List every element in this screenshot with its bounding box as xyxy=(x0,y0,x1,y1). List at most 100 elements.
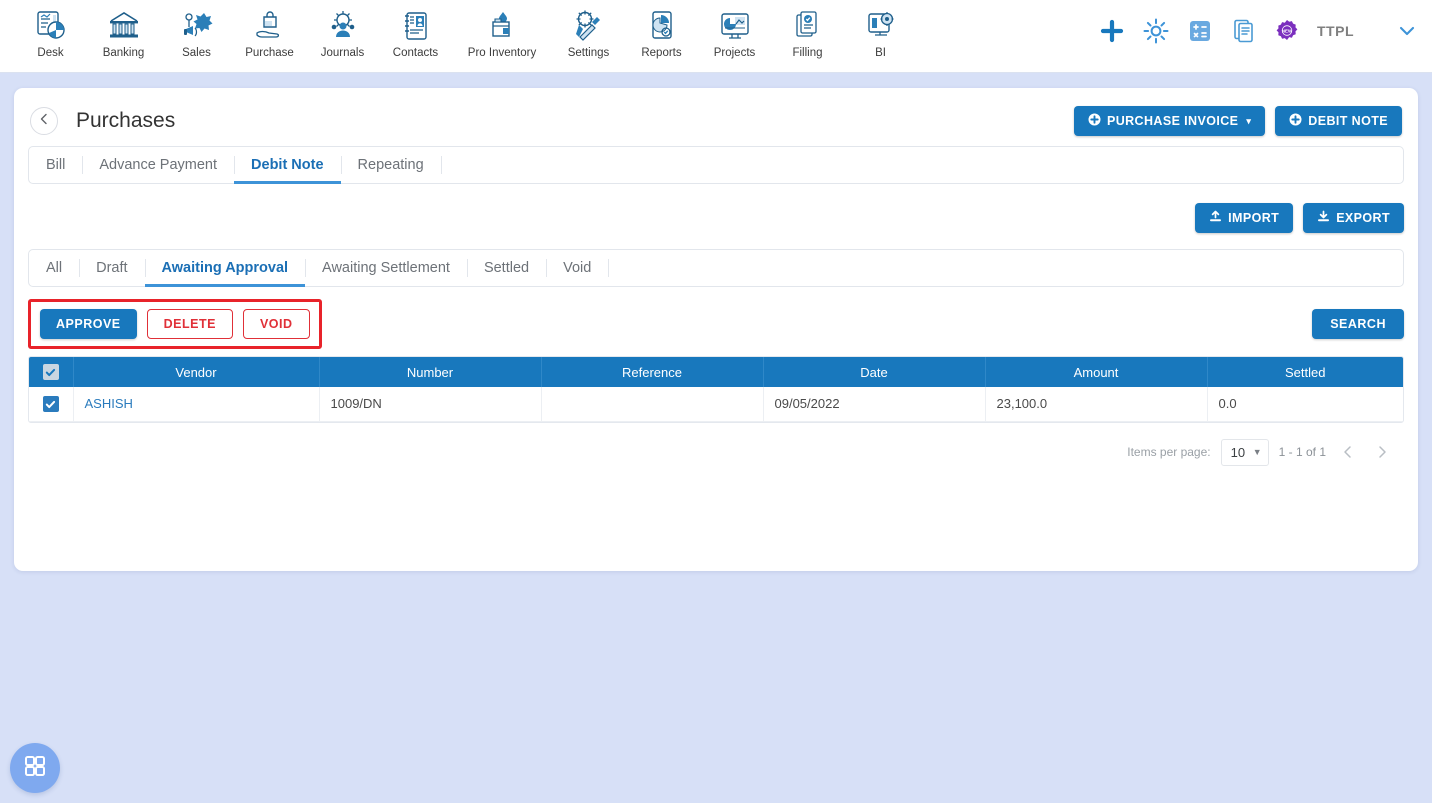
column-header-reference[interactable]: Reference xyxy=(541,357,764,387)
column-header-amount[interactable]: Amount xyxy=(985,357,1208,387)
status-tab-void[interactable]: Void xyxy=(546,250,608,286)
nav-item-purchase[interactable]: Purchase xyxy=(233,5,306,59)
add-plus-icon[interactable] xyxy=(1099,18,1125,44)
row-checkbox[interactable] xyxy=(42,396,59,413)
settings-tools-icon xyxy=(571,8,607,44)
purchases-card: Purchases PURCHASE INVOICE ▾ DEBIT NOTE … xyxy=(14,88,1418,571)
card-header: Purchases PURCHASE INVOICE ▾ DEBIT NOTE xyxy=(14,88,1418,138)
status-tab-all[interactable]: All xyxy=(29,250,79,286)
new-badge-icon[interactable]: NEW xyxy=(1275,19,1299,43)
nav-label: Projects xyxy=(713,47,756,59)
nav-label: Journals xyxy=(320,47,365,59)
tab-label: Settled xyxy=(483,260,530,276)
cell-amount: 23,100.0 xyxy=(985,387,1208,422)
tab-bill[interactable]: Bill xyxy=(29,147,82,183)
tab-advance-payment[interactable]: Advance Payment xyxy=(82,147,234,183)
delete-button[interactable]: DELETE xyxy=(146,309,233,339)
purchase-invoice-button[interactable]: PURCHASE INVOICE ▾ xyxy=(1073,106,1266,136)
download-arrow-icon xyxy=(1317,210,1330,226)
pagination-bar: Items per page: 10 ▼ 1 - 1 of 1 xyxy=(14,423,1418,466)
next-page-button[interactable] xyxy=(1370,440,1394,464)
column-header-number[interactable]: Number xyxy=(319,357,542,387)
notes-document-icon[interactable] xyxy=(1231,18,1257,44)
export-button[interactable]: EXPORT xyxy=(1303,203,1404,233)
projects-board-icon xyxy=(717,8,753,44)
tab-debit-note[interactable]: Debit Note xyxy=(234,147,341,184)
gear-settings-icon[interactable] xyxy=(1143,18,1169,44)
table-row[interactable]: ASHISH 1009/DN 09/05/2022 23,100.0 0.0 xyxy=(29,387,1403,422)
bulk-actions-highlight: APPROVE DELETE VOID xyxy=(28,299,322,349)
top-navigation-bar: Desk Banking Sales Purchase Journals Con… xyxy=(0,0,1432,73)
tab-label: Bill xyxy=(46,157,66,173)
chevron-down-icon: ▾ xyxy=(1246,115,1252,126)
reports-piechart-icon xyxy=(644,8,680,44)
tab-label: Repeating xyxy=(357,157,424,173)
chevron-down-icon[interactable] xyxy=(1396,20,1418,42)
back-button[interactable] xyxy=(30,107,58,135)
tab-label: Debit Note xyxy=(251,157,324,173)
status-tab-awaiting-settlement[interactable]: Awaiting Settlement xyxy=(305,250,467,286)
nav-label: Reports xyxy=(641,47,682,59)
nav-label: Purchase xyxy=(245,47,294,59)
search-button[interactable]: SEARCH xyxy=(1312,309,1404,339)
column-header-vendor[interactable]: Vendor xyxy=(73,357,320,387)
nav-item-projects[interactable]: Projects xyxy=(698,5,771,59)
items-per-page-select[interactable]: 10 ▼ xyxy=(1220,438,1269,466)
nav-item-desk[interactable]: Desk xyxy=(14,5,87,59)
cell-number: 1009/DN xyxy=(319,387,542,422)
tab-label: Awaiting Approval xyxy=(161,260,289,276)
nav-label: BI xyxy=(875,47,886,59)
header-action-buttons: PURCHASE INVOICE ▾ DEBIT NOTE xyxy=(1073,106,1402,136)
nav-item-settings[interactable]: Settings xyxy=(552,5,625,59)
module-nav-list: Desk Banking Sales Purchase Journals Con… xyxy=(0,0,917,59)
nav-item-reports[interactable]: Reports xyxy=(625,5,698,59)
tab-label: Void xyxy=(563,260,592,276)
delete-label: DELETE xyxy=(163,317,216,331)
nav-item-pro-inventory[interactable]: Pro Inventory xyxy=(452,5,552,59)
top-right-toolbar: NEW TTPL xyxy=(1099,18,1418,44)
nav-item-bi[interactable]: BI xyxy=(844,5,917,59)
tab-repeating[interactable]: Repeating xyxy=(340,147,441,183)
export-label: EXPORT xyxy=(1336,211,1390,225)
previous-page-button[interactable] xyxy=(1336,440,1360,464)
sales-megaphone-icon xyxy=(179,8,215,44)
circle-plus-icon xyxy=(1088,113,1101,129)
debit-note-button[interactable]: DEBIT NOTE xyxy=(1275,106,1402,136)
nav-item-filling[interactable]: Filling xyxy=(771,5,844,59)
table-header-row: Vendor Number Reference Date Amount Sett… xyxy=(29,357,1403,387)
nav-item-journals[interactable]: Journals xyxy=(306,5,379,59)
void-button[interactable]: VOID xyxy=(242,309,310,339)
nav-item-banking[interactable]: Banking xyxy=(87,5,160,59)
import-label: IMPORT xyxy=(1228,211,1280,225)
nav-item-contacts[interactable]: Contacts xyxy=(379,5,452,59)
cell-settled: 0.0 xyxy=(1207,387,1403,422)
nav-label: Desk xyxy=(37,47,64,59)
nav-label: Pro Inventory xyxy=(467,47,537,59)
column-header-settled[interactable]: Settled xyxy=(1207,357,1403,387)
search-label: SEARCH xyxy=(1330,317,1386,331)
vendor-link[interactable]: ASHISH xyxy=(85,396,133,411)
tab-label: Awaiting Settlement xyxy=(322,260,450,276)
cell-vendor: ASHISH xyxy=(73,387,320,422)
items-per-page-label: Items per page: xyxy=(1127,445,1211,459)
select-all-checkbox[interactable] xyxy=(42,364,59,381)
calculator-icon[interactable] xyxy=(1187,18,1213,44)
nav-label: Contacts xyxy=(392,47,439,59)
column-header-date[interactable]: Date xyxy=(763,357,986,387)
tab-label: All xyxy=(46,260,63,276)
chevron-left-icon xyxy=(37,112,51,131)
cell-reference xyxy=(541,387,764,422)
status-tab-settled[interactable]: Settled xyxy=(466,250,546,286)
bi-monitor-gear-icon xyxy=(863,8,899,44)
import-button[interactable]: IMPORT xyxy=(1195,203,1294,233)
tab-divider xyxy=(440,156,442,174)
nav-item-sales[interactable]: Sales xyxy=(160,5,233,59)
approve-button[interactable]: APPROVE xyxy=(40,309,137,339)
tab-divider xyxy=(608,259,610,277)
contacts-book-icon xyxy=(398,8,434,44)
status-tab-awaiting-approval[interactable]: Awaiting Approval xyxy=(144,250,306,287)
apps-launcher-button[interactable] xyxy=(10,743,60,793)
debit-note-table: Vendor Number Reference Date Amount Sett… xyxy=(28,356,1404,423)
status-tab-draft[interactable]: Draft xyxy=(79,250,144,286)
circle-plus-icon xyxy=(1289,113,1302,129)
